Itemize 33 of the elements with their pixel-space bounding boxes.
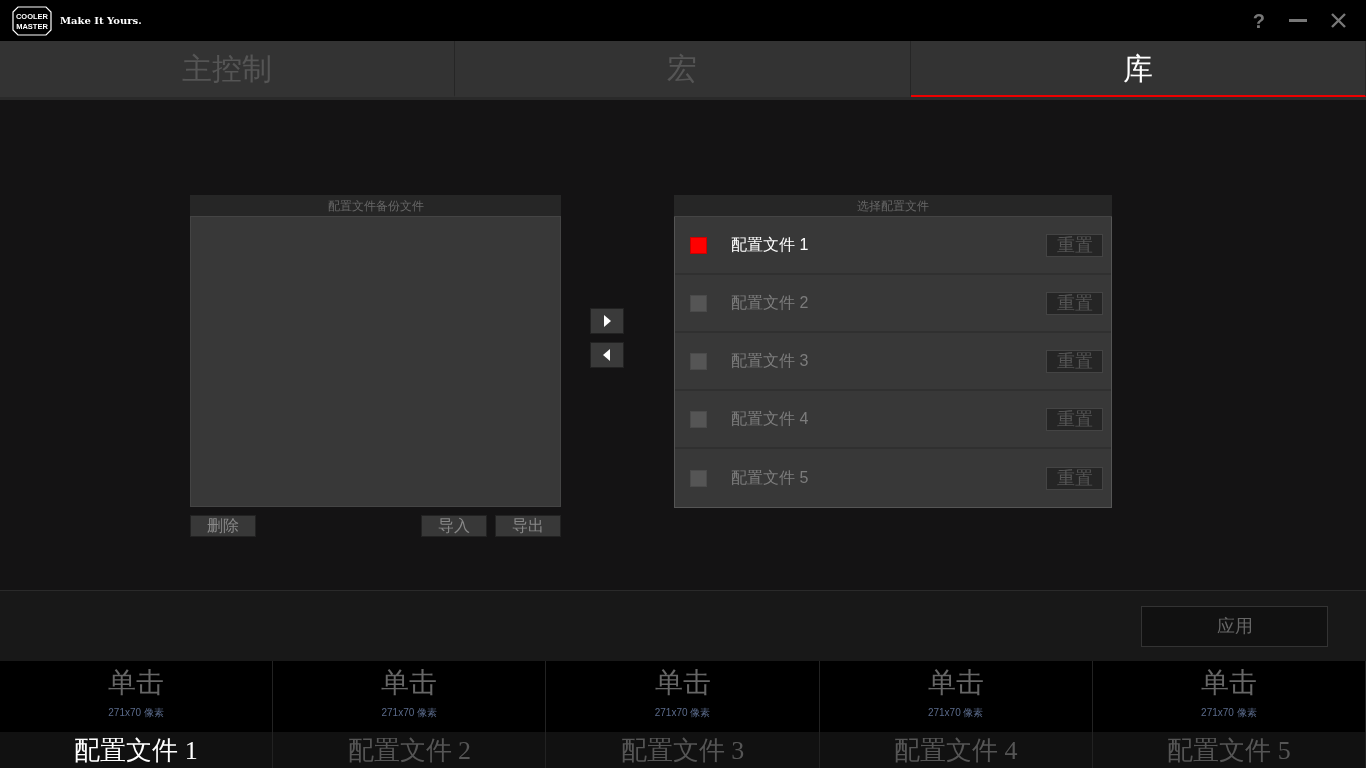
action-label: 单击 (1200, 666, 1257, 700)
size-label: 271x70 像素 (381, 706, 438, 720)
size-label: 271x70 像素 (927, 706, 984, 720)
apply-button[interactable]: 应用 (1141, 605, 1328, 647)
size-label: 271x70 像素 (654, 706, 711, 720)
profile-checkbox[interactable] (690, 236, 707, 254)
profile-name: 配置文件 2 (731, 293, 809, 313)
action-label: 单击 (927, 666, 984, 700)
profile-checkbox[interactable] (690, 469, 707, 487)
profile-checkbox[interactable] (690, 410, 707, 428)
profile-checkbox[interactable] (690, 294, 707, 312)
size-label: 271x70 像素 (1201, 706, 1257, 720)
action-label: 单击 (108, 666, 165, 700)
left-arrow-icon (603, 349, 611, 361)
size-label: 271x70 像素 (108, 706, 164, 720)
profile-name: 配置文件 3 (731, 351, 809, 371)
tab[interactable]: 库 (910, 41, 1366, 97)
profile-checkbox[interactable] (690, 352, 707, 370)
profile-name: 配置文件 4 (731, 409, 809, 429)
panel-button[interactable]: 删除 (190, 515, 256, 537)
action-label: 单击 (654, 666, 711, 700)
profile-name: 配置文件 5 (731, 468, 809, 488)
panel-button[interactable]: 导入 (421, 515, 487, 537)
action-label: 单击 (381, 666, 438, 700)
panel-button[interactable]: 导出 (495, 515, 561, 537)
tagline: Make It Yours. (60, 14, 142, 28)
help-button[interactable]: ? (1252, 10, 1265, 31)
move-left-button[interactable] (590, 342, 624, 368)
profile-name: 配置文件 1 (731, 235, 809, 255)
minimize-icon[interactable] (1289, 18, 1307, 23)
close-icon[interactable] (1331, 13, 1346, 28)
move-right-button[interactable] (590, 308, 624, 334)
right-arrow-icon (603, 315, 611, 327)
